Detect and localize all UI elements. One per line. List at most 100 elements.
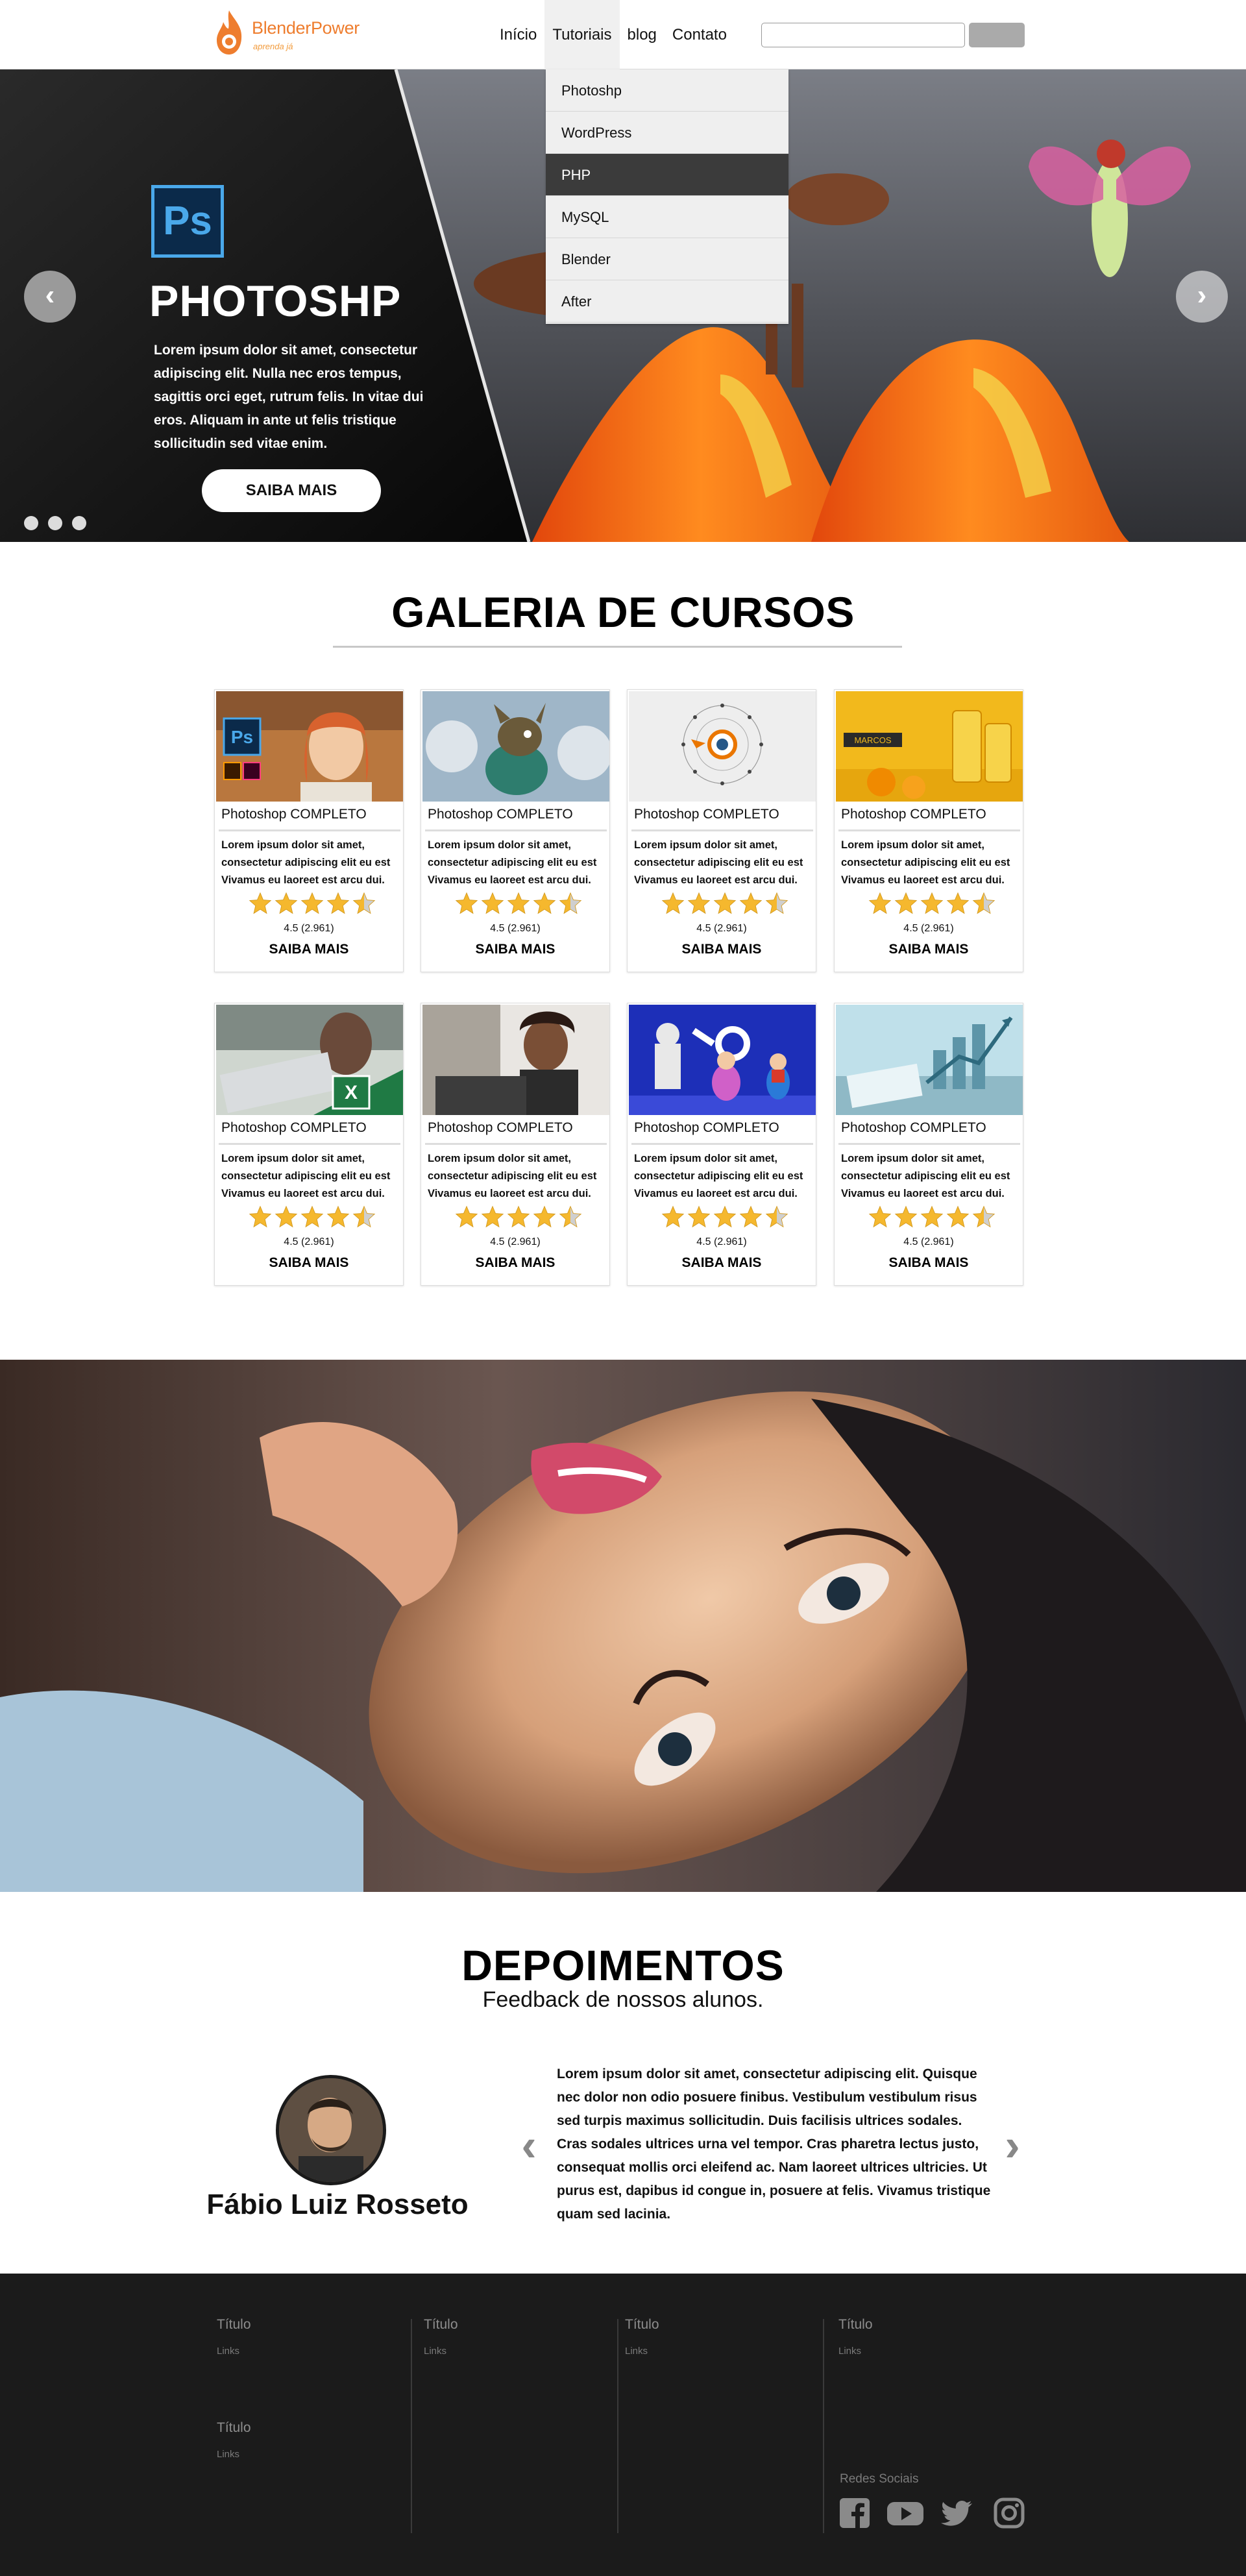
course-card[interactable]: Photoshop COMPLETO Lorem ipsum dolor sit … (834, 1003, 1023, 1286)
course-title[interactable]: Photoshop COMPLETO (221, 807, 367, 822)
dropdown-item-after[interactable]: After (546, 280, 788, 323)
rating-star-icon (455, 1205, 478, 1228)
course-title[interactable]: Photoshop COMPLETO (428, 1120, 573, 1136)
course-thumbnail[interactable] (836, 1005, 1023, 1115)
course-card[interactable]: Photoshop COMPLETO Lorem ipsum dolor sit … (421, 689, 610, 972)
rating-star-icon (275, 892, 298, 914)
dropdown-item-php[interactable]: PHP (546, 154, 788, 196)
course-saiba-mais-link[interactable]: SAIBA MAIS (421, 942, 609, 957)
course-description: Lorem ipsum dolor sit amet, consectetur … (841, 1153, 1010, 1199)
course-image-3d-creature (422, 691, 609, 802)
slider-next-arrow-icon[interactable]: › (1176, 271, 1228, 323)
svg-text:MARCOS: MARCOS (854, 735, 891, 745)
rating-star-icon (765, 1205, 788, 1228)
course-description: Lorem ipsum dolor sit amet, consectetur … (841, 839, 1010, 886)
course-title[interactable]: Photoshop COMPLETO (221, 1120, 367, 1136)
course-card[interactable]: Photoshop COMPLETO Lorem ipsum dolor sit … (627, 689, 816, 972)
course-image-orange-juice-ad: MARCOS (836, 691, 1023, 802)
nav-item-blog[interactable]: blog (620, 0, 665, 69)
course-thumbnail[interactable] (422, 691, 609, 802)
slider-dot[interactable] (24, 516, 38, 530)
course-description: Lorem ipsum dolor sit amet, consectetur … (428, 1153, 597, 1199)
rating-star-icon (920, 892, 944, 914)
svg-text:Ps: Ps (231, 727, 253, 747)
dropdown-item-mysql[interactable]: MySQL (546, 196, 788, 238)
course-rating-text: 4.5 (2.961) (696, 1236, 747, 1247)
course-card[interactable]: MARCOS Photoshop COMPLETO Lorem ipsum dolo… (834, 689, 1023, 972)
course-thumbnail[interactable]: MARCOS (836, 691, 1023, 802)
rating-star-icon (972, 1205, 996, 1228)
course-card[interactable]: Photoshop COMPLETO Lorem ipsum dolor sit … (627, 1003, 816, 1286)
course-title[interactable]: Photoshop COMPLETO (634, 807, 779, 822)
dropdown-item-wordpress[interactable]: WordPress (546, 112, 788, 154)
footer-link[interactable]: Links (217, 2346, 239, 2357)
main-nav: Início Tutoriais blog Contato (492, 0, 735, 69)
dropdown-item-photoshp[interactable]: Photoshp (546, 69, 788, 112)
photoshop-logo-icon: Ps (151, 185, 224, 258)
slider-prev-arrow-icon[interactable]: ‹ (24, 271, 76, 323)
course-title[interactable]: Photoshop COMPLETO (428, 807, 573, 822)
rating-star-icon (481, 1205, 504, 1228)
facebook-icon[interactable] (838, 2497, 871, 2529)
dropdown-item-blender[interactable]: Blender (546, 238, 788, 280)
rating-star-icon (507, 892, 530, 914)
footer-column-heading: Título (217, 2317, 251, 2332)
rating-star-icon (661, 1205, 685, 1228)
course-card[interactable]: Ps Photoshop COMPLETO Lorem ipsum dolor si… (214, 689, 404, 972)
course-thumbnail[interactable]: X (216, 1005, 403, 1115)
course-saiba-mais-link[interactable]: SAIBA MAIS (215, 1255, 403, 1271)
instagram-icon[interactable] (993, 2497, 1025, 2529)
brand-logo[interactable]: BlenderPower aprenda já (214, 9, 376, 58)
twitter-icon[interactable] (941, 2497, 973, 2529)
nav-item-contato[interactable]: Contato (665, 0, 735, 69)
course-saiba-mais-link[interactable]: SAIBA MAIS (215, 942, 403, 957)
course-thumbnail[interactable]: Ps (216, 691, 403, 802)
nav-item-tutoriais[interactable]: Tutoriais (544, 0, 620, 69)
rating-star-icon (249, 1205, 272, 1228)
course-saiba-mais-link[interactable]: SAIBA MAIS (628, 1255, 816, 1271)
testimonial-next-arrow-icon[interactable]: › (999, 2122, 1025, 2168)
course-thumbnail[interactable] (422, 1005, 609, 1115)
course-saiba-mais-link[interactable]: SAIBA MAIS (421, 1255, 609, 1271)
youtube-icon[interactable] (886, 2497, 924, 2529)
course-thumbnail[interactable] (629, 691, 816, 802)
nav-item-inicio[interactable]: Início (492, 0, 544, 69)
slider-dot[interactable] (72, 516, 86, 530)
hero-cta-button[interactable]: SAIBA MAIS (202, 469, 381, 512)
footer-link[interactable]: Links (838, 2346, 861, 2357)
course-title[interactable]: Photoshop COMPLETO (841, 807, 986, 822)
footer-link[interactable]: Links (424, 2346, 446, 2357)
course-thumbnail[interactable] (629, 1005, 816, 1115)
rating-star-icon (455, 892, 478, 914)
logo-name: BlenderPower (252, 18, 360, 38)
rating-star-icon (300, 892, 324, 914)
rating-star-icon (559, 892, 582, 914)
course-card[interactable]: Photoshop COMPLETO Lorem ipsum dolor sit … (421, 1003, 610, 1286)
rating-star-icon (894, 892, 918, 914)
course-title[interactable]: Photoshop COMPLETO (841, 1120, 986, 1136)
course-card[interactable]: X Photoshop COMPLETO Lorem ipsum dolor sit… (214, 1003, 404, 1286)
site-footer (0, 2274, 1246, 2576)
footer-divider (617, 2319, 618, 2533)
course-rating-text: 4.5 (2.961) (696, 923, 747, 934)
site-header: BlenderPower aprenda já Início Tutoriais… (0, 0, 1246, 69)
testimonial-prev-arrow-icon[interactable]: ‹ (516, 2122, 542, 2168)
footer-link[interactable]: Links (217, 2449, 239, 2460)
search-button[interactable] (969, 23, 1025, 47)
footer-column-heading: Título (625, 2317, 659, 2332)
course-description: Lorem ipsum dolor sit amet, consectetur … (634, 839, 803, 886)
course-title[interactable]: Photoshop COMPLETO (634, 1120, 779, 1136)
slider-dot[interactable] (48, 516, 62, 530)
rating-star-icon (972, 892, 996, 914)
gallery-title-divider (333, 646, 902, 648)
course-saiba-mais-link[interactable]: SAIBA MAIS (835, 942, 1023, 957)
course-saiba-mais-link[interactable]: SAIBA MAIS (835, 1255, 1023, 1271)
rating-star-icon (352, 1205, 376, 1228)
search-input[interactable] (761, 23, 965, 47)
rating-star-icon (352, 892, 376, 914)
course-rating-text: 4.5 (2.961) (490, 1236, 541, 1247)
logo-tagline: aprenda já (253, 42, 293, 51)
rating-star-icon (946, 1205, 970, 1228)
course-saiba-mais-link[interactable]: SAIBA MAIS (628, 942, 816, 957)
footer-link[interactable]: Links (625, 2346, 648, 2357)
